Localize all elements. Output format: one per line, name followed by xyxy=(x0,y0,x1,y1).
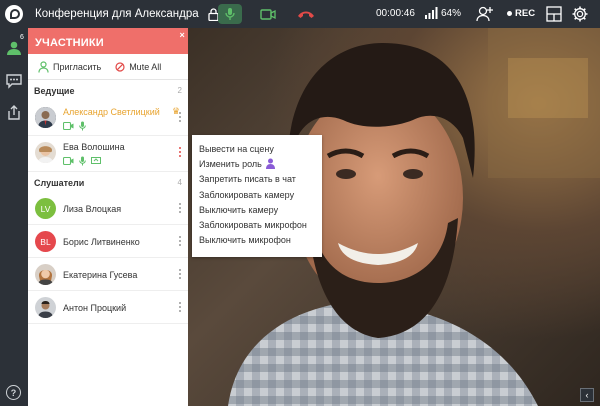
end-call-button[interactable] xyxy=(294,4,318,24)
participant-context-menu: Вывести на сцену Изменить роль Запретить… xyxy=(192,135,322,257)
menu-item-label: Изменить роль xyxy=(199,158,262,169)
more-options-icon[interactable] xyxy=(178,236,182,246)
phone-hangup-icon xyxy=(298,11,314,18)
media-status xyxy=(63,121,86,131)
signal-strength-icon xyxy=(425,7,438,19)
collapse-chevron-icon[interactable]: ‹ xyxy=(580,388,594,402)
more-options-icon[interactable] xyxy=(178,203,182,213)
mute-icon xyxy=(115,61,125,72)
invite-label: Пригласить xyxy=(53,61,102,72)
listeners-label: Слушатели xyxy=(34,178,85,188)
participant-row[interactable]: Александр Светлицкий ♛ xyxy=(28,100,188,136)
more-options-icon[interactable] xyxy=(178,147,182,157)
battery-level: 64% xyxy=(441,8,462,19)
participant-name: Лиза Влоцкая xyxy=(63,204,122,214)
camera-button[interactable] xyxy=(256,4,280,24)
hosts-label: Ведущие xyxy=(34,86,75,96)
recording-indicator[interactable]: REC xyxy=(507,8,535,19)
layout-icon[interactable] xyxy=(546,6,562,22)
participant-name: Борис Литвиненко xyxy=(63,237,140,247)
menu-item-disable-chat[interactable]: Запретить писать в чат xyxy=(192,172,322,187)
panel-header: УЧАСТНИКИ × xyxy=(28,28,188,54)
participant-name: Ева Волошина xyxy=(63,142,125,152)
call-timer: 00:00:46 xyxy=(376,8,415,19)
menu-item-block-camera[interactable]: Заблокировать камеру xyxy=(192,187,322,202)
more-options-icon[interactable] xyxy=(178,269,182,279)
participant-row[interactable]: Екатерина Гусева xyxy=(28,258,188,291)
participants-panel: УЧАСТНИКИ × Пригласить Mute All Ведущие … xyxy=(28,28,188,406)
conference-title: Конференция для Александра xyxy=(35,8,199,20)
menu-item-turn-off-microphone[interactable]: Выключить микрофон xyxy=(192,233,322,248)
media-status xyxy=(63,156,101,166)
invite-button[interactable]: Пригласить xyxy=(38,60,102,73)
participants-badge: 6 xyxy=(20,34,24,41)
mute-all-label: Mute All xyxy=(129,61,162,72)
avatar: BL xyxy=(35,231,56,252)
mute-all-button[interactable]: Mute All xyxy=(115,62,161,72)
rec-label: REC xyxy=(515,8,536,19)
menu-item-move-to-stage[interactable]: Вывести на сцену xyxy=(192,141,322,156)
participant-row[interactable]: Антон Процкий xyxy=(28,291,188,324)
menu-item-change-role[interactable]: Изменить роль xyxy=(192,156,322,171)
avatar xyxy=(35,297,56,318)
avatar: LV xyxy=(35,198,56,219)
chat-rail-button[interactable] xyxy=(4,71,24,91)
microphone-button[interactable] xyxy=(218,4,242,24)
microphone-icon xyxy=(79,156,86,166)
more-options-icon[interactable] xyxy=(178,302,182,312)
listeners-section-header: Слушатели 4 xyxy=(28,172,188,192)
avatar xyxy=(35,107,56,128)
invite-user-icon xyxy=(38,60,49,73)
share-icon xyxy=(8,104,20,120)
participant-row[interactable]: Ева Волошина xyxy=(28,136,188,172)
panel-actions: Пригласить Mute All xyxy=(28,54,188,80)
camera-icon xyxy=(63,157,74,165)
menu-item-turn-off-camera[interactable]: Выключить камеру xyxy=(192,202,322,217)
participants-rail-button[interactable] xyxy=(4,38,24,58)
panel-title: УЧАСТНИКИ xyxy=(35,37,104,49)
top-bar: Конференция для Александра 00:00:46 64% … xyxy=(0,0,600,28)
screen-share-icon xyxy=(91,157,101,164)
participant-name: Екатерина Гусева xyxy=(63,270,138,280)
hosts-count: 2 xyxy=(177,86,182,95)
chat-icon xyxy=(6,74,22,89)
microphone-icon xyxy=(225,8,235,20)
call-controls xyxy=(218,4,318,24)
participant-row[interactable]: LV Лиза Влоцкая xyxy=(28,192,188,225)
listeners-count: 4 xyxy=(177,178,182,187)
more-options-icon[interactable] xyxy=(178,112,182,122)
camera-icon xyxy=(260,8,276,20)
participant-name: Александр Светлицкий xyxy=(63,107,160,117)
left-rail: 6 xyxy=(0,28,28,406)
participant-name: Антон Процкий xyxy=(63,303,127,313)
gear-icon[interactable] xyxy=(571,5,589,23)
camera-icon xyxy=(63,122,74,130)
participants-icon xyxy=(7,41,21,55)
share-rail-button[interactable] xyxy=(4,102,24,122)
menu-item-block-microphone[interactable]: Заблокировать микрофон xyxy=(192,217,322,232)
app-logo xyxy=(0,0,28,28)
avatar xyxy=(35,264,56,285)
avatar xyxy=(35,142,56,163)
role-user-icon xyxy=(265,158,275,170)
hosts-section-header: Ведущие 2 xyxy=(28,80,188,100)
record-dot-icon xyxy=(507,11,512,16)
microphone-icon xyxy=(79,121,86,131)
close-icon[interactable]: × xyxy=(180,30,185,40)
help-icon[interactable]: ? xyxy=(6,385,21,400)
participant-row[interactable]: BL Борис Литвиненко xyxy=(28,225,188,258)
add-user-icon[interactable] xyxy=(476,5,494,23)
